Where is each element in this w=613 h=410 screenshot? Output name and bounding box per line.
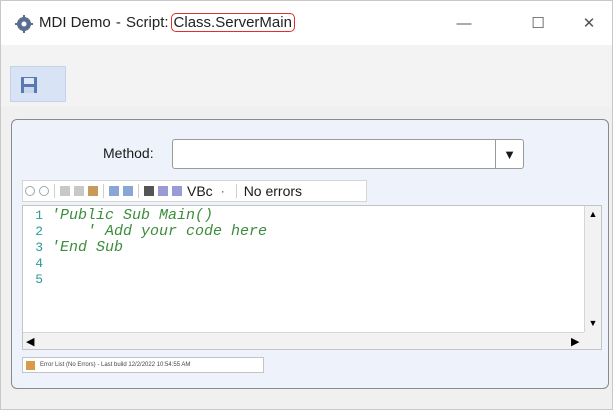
line-number-gutter: 1 2 3 4 5: [23, 208, 43, 288]
line-number: 3: [35, 240, 43, 255]
maximize-button[interactable]: ☐: [515, 1, 561, 45]
copy-icon[interactable]: [74, 186, 84, 196]
toolbar-divider: [103, 184, 104, 198]
script-panel: Method: ▼ VBc · No errors 1 2 3 4 5 'Pub…: [11, 119, 609, 389]
code-editor[interactable]: 1 2 3 4 5 'Public Sub Main() ' Add your …: [22, 205, 602, 350]
outdent-icon[interactable]: [123, 186, 133, 196]
toolbar-divider: [235, 184, 237, 198]
title-separator: -: [115, 14, 121, 31]
line-number: 2: [35, 224, 43, 239]
error-list-text: Error List (No Errors) - Last build 12/2…: [40, 362, 191, 368]
scroll-down-icon[interactable]: ▼: [588, 318, 598, 328]
undo-icon[interactable]: [25, 186, 35, 196]
editor-toolbar: VBc · No errors: [22, 180, 367, 202]
paste-icon[interactable]: [88, 186, 98, 196]
line-number: 1: [35, 208, 43, 223]
scrollbar-corner: [584, 332, 601, 349]
method-dropdown[interactable]: ▼: [172, 139, 524, 169]
replace-icon[interactable]: [158, 186, 168, 196]
error-list-bar[interactable]: Error List (No Errors) - Last build 12/2…: [22, 357, 264, 373]
toolbar-divider: [54, 184, 55, 198]
scroll-up-icon[interactable]: ▲: [588, 209, 598, 219]
floppy-disk-icon: [21, 77, 37, 93]
app-window: MDI Demo - Script: Class.ServerMain — ☐ ✕…: [0, 0, 613, 410]
error-list-icon: [26, 360, 35, 370]
indent-icon[interactable]: [109, 186, 119, 196]
title-script-name: Class.ServerMain: [170, 13, 295, 32]
line-number: 4: [35, 256, 43, 271]
scroll-left-icon[interactable]: ◀: [26, 335, 34, 348]
toolbar-divider: [138, 184, 139, 198]
language-selector[interactable]: VBc: [187, 183, 213, 199]
comment-icon[interactable]: [172, 186, 182, 196]
line-number: 5: [35, 272, 43, 287]
main-toolbar: [1, 45, 612, 107]
error-status: No errors: [243, 183, 303, 199]
cut-icon[interactable]: [60, 186, 70, 196]
scroll-right-icon[interactable]: ▶: [571, 335, 579, 348]
title-app-name: MDI Demo: [39, 14, 111, 31]
close-button[interactable]: ✕: [566, 1, 612, 45]
toolbar-dot: ·: [220, 184, 225, 198]
title-bar: MDI Demo - Script: Class.ServerMain — ☐ ✕: [1, 1, 612, 45]
code-text[interactable]: 'Public Sub Main() ' Add your code here …: [51, 208, 267, 256]
find-icon[interactable]: [144, 186, 154, 196]
save-button[interactable]: [10, 66, 66, 102]
vertical-scrollbar[interactable]: ▲ ▼: [584, 206, 601, 332]
chevron-down-icon[interactable]: ▼: [495, 140, 523, 168]
horizontal-scrollbar[interactable]: ◀ ▶: [23, 332, 585, 349]
method-label: Method:: [103, 145, 154, 161]
gear-icon: [15, 15, 33, 33]
minimize-button[interactable]: —: [441, 1, 487, 45]
title-script-label: Script:: [126, 14, 169, 31]
redo-icon[interactable]: [39, 186, 49, 196]
window-title: MDI Demo - Script: Class.ServerMain: [39, 13, 295, 32]
